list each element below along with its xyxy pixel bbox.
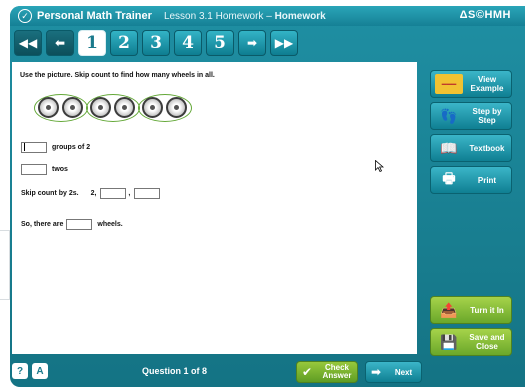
double-right-arrow-icon: ▶▶ [274, 36, 294, 50]
double-left-arrow-icon: ◀◀ [18, 36, 38, 50]
wheel-group [138, 94, 192, 122]
check-answer-button[interactable]: ✔ Check Answer [296, 361, 358, 383]
checkmark-icon: ✔ [301, 365, 313, 379]
help-button[interactable]: ? [12, 363, 28, 379]
page-button-4[interactable]: 4 [174, 30, 202, 56]
save-and-close-button[interactable]: 💾 Save and Close [430, 328, 512, 356]
save-close-icon: 💾 [440, 333, 458, 350]
view-example-icon: ━━━ [435, 74, 463, 94]
left-edge-strip [0, 230, 10, 300]
twos-label: twos [52, 166, 68, 173]
bottom-bar: ? A Question 1 of 8 ✔ Check Answer ➡ Nex… [12, 361, 422, 383]
app-logo-icon: ✓ [18, 9, 32, 23]
turn-it-in-label: Turn it In [470, 305, 504, 315]
help-icon: ? [16, 365, 24, 377]
wheel-group [86, 94, 140, 122]
page-button-3[interactable]: 3 [142, 30, 170, 56]
skip-count-start: 2, [90, 190, 97, 197]
question-navigation: ◀◀ ⬅ 1 2 3 4 5 ➡ ▶▶ [14, 30, 298, 58]
print-label: Print [477, 175, 497, 185]
wheel-icon [166, 97, 187, 118]
left-arrow-icon: ⬅ [54, 36, 66, 50]
right-arrow-icon: ➡ [370, 365, 382, 379]
page-button-5[interactable]: 5 [206, 30, 234, 56]
title-bar: ✓ Personal Math Trainer Lesson 3.1 Homew… [10, 6, 525, 26]
page-button-2[interactable]: 2 [110, 30, 138, 56]
first-question-button[interactable]: ◀◀ [14, 30, 42, 56]
groups-line: groups of 2 [21, 142, 90, 153]
next-button[interactable]: ➡ Next [365, 361, 422, 383]
turn-it-in-button[interactable]: 📤 Turn it In [430, 296, 512, 324]
next-label: Next [394, 367, 413, 377]
view-example-label: View Example [470, 75, 504, 93]
twos-input[interactable] [21, 164, 47, 175]
print-button[interactable]: 🖶 Print [430, 166, 512, 194]
check-answer-label: Check Answer [322, 363, 352, 380]
book-icon: 📖 [440, 139, 458, 156]
skip-count-input-1[interactable] [100, 188, 127, 199]
lesson-title: Lesson 3.1 Homework – Homework [163, 10, 326, 22]
right-arrow-icon: ➡ [246, 36, 258, 50]
wheel-icon [38, 97, 59, 118]
wheel-icon [114, 97, 135, 118]
skip-count-line: Skip count by 2s. 2, , [21, 188, 165, 199]
printer-icon: 🖶 [442, 170, 456, 186]
twos-line: twos [21, 164, 68, 175]
conclusion-suffix: wheels. [97, 221, 123, 228]
wheel-icon [62, 97, 83, 118]
last-question-button[interactable]: ▶▶ [270, 30, 298, 56]
previous-question-button[interactable]: ⬅ [46, 30, 74, 56]
view-example-button[interactable]: ━━━ View Example [430, 70, 512, 98]
question-panel: Use the picture. Skip count to find how … [12, 62, 417, 354]
textbook-label: Textbook [469, 143, 505, 153]
wheel-group [34, 94, 88, 122]
conclusion-prefix: So, there are [21, 221, 64, 228]
groups-label: groups of 2 [52, 144, 91, 151]
mouse-pointer-icon [375, 160, 384, 172]
step-by-step-label: Step by Step [472, 107, 502, 125]
conclusion-line: So, there are wheels. [21, 219, 123, 230]
save-and-close-label: Save and Close [469, 333, 505, 351]
question-counter: Question 1 of 8 [142, 366, 208, 376]
groups-input[interactable] [21, 142, 47, 153]
page-button-1[interactable]: 1 [78, 30, 106, 56]
alert-button[interactable]: A [32, 363, 48, 379]
footsteps-icon: 👣 [440, 107, 458, 124]
question-prompt: Use the picture. Skip count to find how … [20, 72, 215, 79]
brand-logo: ΔS©HMH [459, 9, 511, 21]
app-title: Personal Math Trainer [37, 10, 152, 22]
turn-in-icon: 📤 [440, 301, 458, 318]
textbook-button[interactable]: 📖 Textbook [430, 134, 512, 162]
alert-icon: A [36, 365, 44, 377]
skip-count-label: Skip count by 2s. [21, 190, 79, 197]
wheel-icon [90, 97, 111, 118]
skip-count-separator: , [128, 190, 131, 197]
text-cursor [24, 143, 25, 151]
skip-count-input-2[interactable] [134, 188, 161, 199]
step-by-step-button[interactable]: 👣 Step by Step [430, 102, 512, 130]
next-question-button[interactable]: ➡ [238, 30, 266, 56]
wheels-total-input[interactable] [66, 219, 93, 230]
wheel-icon [142, 97, 163, 118]
